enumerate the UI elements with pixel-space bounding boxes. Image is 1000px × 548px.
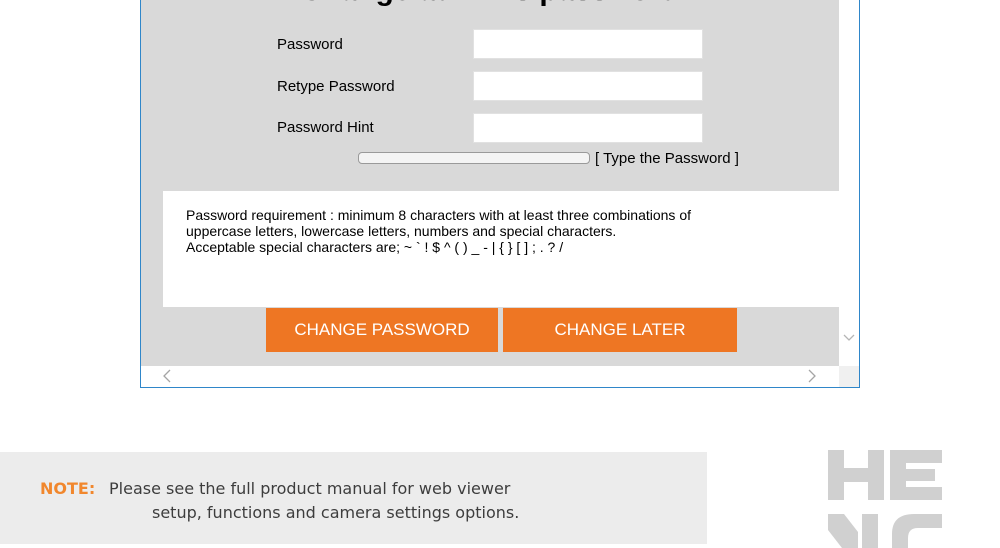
change-password-button[interactable]: CHANGE PASSWORD: [266, 308, 498, 352]
note-text: setup, functions and camera settings opt…: [152, 503, 520, 522]
chevron-down-icon[interactable]: [843, 330, 855, 344]
requirement-line: Password requirement : minimum 8 charact…: [186, 207, 691, 223]
retype-password-label: Retype Password: [277, 78, 395, 95]
password-hint-label: Password Hint: [277, 119, 374, 136]
retype-password-input[interactable]: [473, 71, 703, 101]
requirement-line: uppercase letters, lowercase letters, nu…: [186, 223, 617, 239]
requirement-line: Acceptable special characters are; ~ ` !…: [186, 239, 564, 255]
password-input[interactable]: [473, 29, 703, 59]
password-label: Password: [277, 36, 343, 53]
vertical-scrollbar[interactable]: [839, 0, 859, 366]
browser-window: Change admin's password Password Retype …: [140, 0, 860, 388]
scrollbar-corner: [839, 366, 859, 387]
note-text: Please see the full product manual for w…: [109, 479, 511, 498]
horizontal-scrollbar[interactable]: [141, 366, 839, 387]
dialog-content: Change admin's password Password Retype …: [141, 0, 839, 366]
password-hint-input[interactable]: [473, 113, 703, 143]
chevron-left-icon[interactable]: [163, 367, 171, 387]
note-label: NOTE:: [40, 479, 96, 498]
dialog-title: Change admin's password: [141, 0, 839, 8]
note-box: NOTE: Please see the full product manual…: [0, 452, 707, 544]
password-strength-bar: [358, 152, 590, 164]
change-later-button[interactable]: CHANGE LATER: [503, 308, 737, 352]
password-requirements: Password requirement : minimum 8 charact…: [163, 191, 839, 307]
brand-logo: [828, 450, 942, 548]
password-strength-text: [ Type the Password ]: [595, 150, 739, 167]
chevron-right-icon[interactable]: [808, 367, 816, 387]
